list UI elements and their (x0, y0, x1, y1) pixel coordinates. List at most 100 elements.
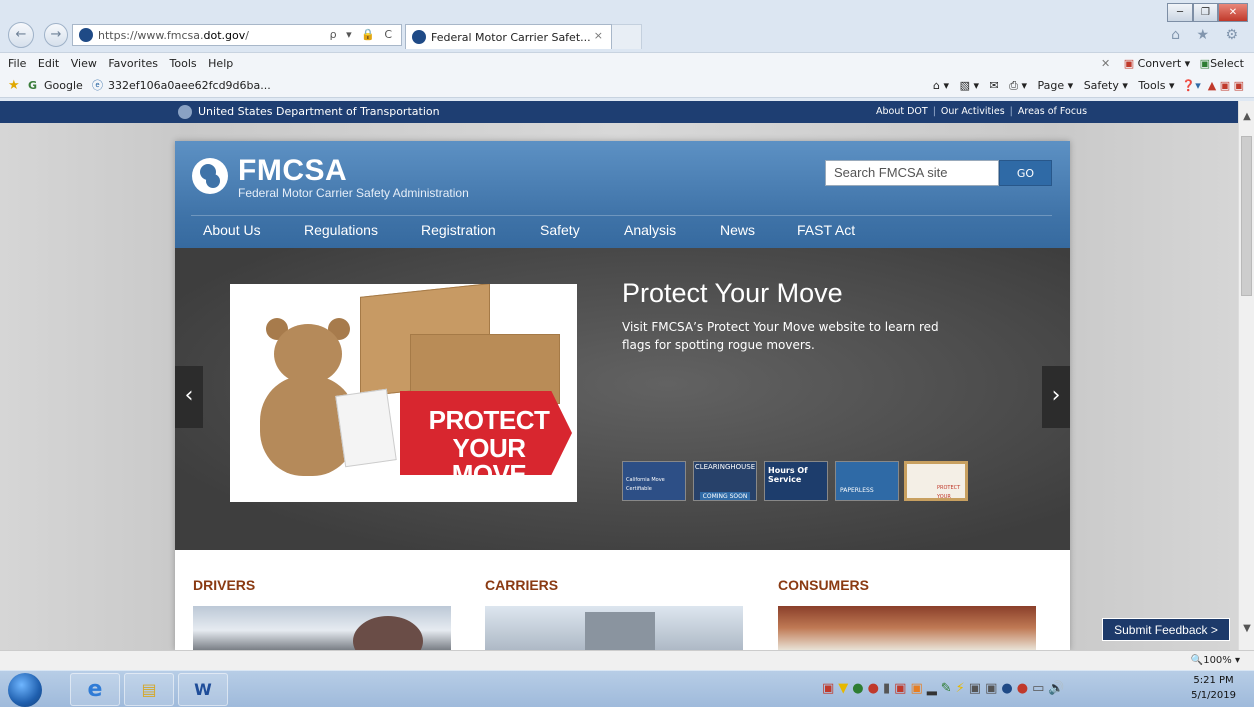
browser-chrome: ← → https://www.fmcsa.dot.gov/ ρ ▾ 🔒 C F… (0, 0, 1254, 101)
site-header: FMCSA Federal Motor Carrier Safety Admin… (175, 141, 1070, 248)
home-favorites-settings-icons[interactable]: ⌂ ★ ⚙ (1171, 27, 1244, 43)
scroll-down-icon[interactable]: ▼ (1239, 621, 1254, 637)
tab-favicon-icon (412, 30, 426, 44)
favorite-google[interactable]: Google (44, 74, 83, 98)
consumers-image[interactable] (778, 606, 1036, 650)
carriers-image[interactable] (485, 606, 743, 650)
vertical-scrollbar[interactable]: ▲ ▼ (1238, 101, 1254, 650)
scroll-up-icon[interactable]: ▲ (1239, 109, 1254, 125)
dot-links: About DOT | Our Activities | Areas of Focus (876, 106, 1088, 117)
thumbnail-paperless[interactable]: PAPERLESS (835, 461, 899, 501)
internet-explorer-icon[interactable]: e (70, 673, 120, 706)
slide-image[interactable]: PROTECT YOUR MOVE (230, 284, 577, 502)
link-areas-of-focus[interactable]: Areas of Focus (1018, 106, 1087, 117)
site-favicon-icon (79, 28, 93, 42)
tab-title: Federal Motor Carrier Safet... (431, 30, 591, 44)
favorites-bar: ★ G Google ⓔ 332ef106a0aee62fcd9d6ba... … (0, 74, 1254, 98)
dot-name[interactable]: United States Department of Transportati… (198, 101, 440, 123)
thumbnail-protect-your-move[interactable]: PROTECT YOUR MOVE (904, 461, 968, 501)
section-consumers-heading[interactable]: CONSUMERS (778, 577, 869, 593)
close-window-button[interactable]: ✕ (1218, 3, 1248, 22)
start-button[interactable] (8, 673, 42, 707)
mail-icon[interactable]: ✉ (989, 79, 998, 92)
web-page: United States Department of Transportati… (0, 101, 1238, 650)
thumbnail-hours-of-service[interactable]: Hours Of Service (764, 461, 828, 501)
safety-menu[interactable]: Safety ▾ (1084, 79, 1128, 92)
addon-icons[interactable]: ▲ ▣ ▣ (1208, 79, 1244, 92)
nav-about-us[interactable]: About Us (203, 217, 261, 243)
nav-regulations[interactable]: Regulations (304, 217, 378, 243)
dot-seal-icon (178, 105, 192, 119)
thumbnail-clearinghouse[interactable]: CLEARINGHOUSE COMING SOON (693, 461, 757, 501)
site-container: FMCSA Federal Motor Carrier Safety Admin… (175, 141, 1070, 650)
zoom-level[interactable]: 🔍100% ▾ (1191, 651, 1240, 671)
convert-close-icon[interactable]: ✕ (1101, 57, 1110, 70)
page-menu[interactable]: Page ▾ (1038, 79, 1074, 92)
section-drivers-heading[interactable]: DRIVERS (193, 577, 255, 593)
scrollbar-thumb[interactable] (1241, 136, 1252, 296)
select-button[interactable]: Select (1210, 57, 1244, 70)
print-icon[interactable]: ⎙ ▾ (1009, 79, 1027, 92)
tools-menu[interactable]: Tools ▾ (1138, 79, 1174, 92)
teddy-bear-head (274, 324, 342, 384)
system-tray-icons[interactable]: ▣▼●●▮▣▣▂✎⚡▣▣●●▭🔊 (822, 681, 1069, 696)
title-bar: ← → https://www.fmcsa.dot.gov/ ρ ▾ 🔒 C F… (0, 0, 1254, 52)
menu-edit[interactable]: Edit (38, 53, 59, 75)
clock-date: 5/1/2019 (1191, 690, 1236, 701)
nav-safety[interactable]: Safety (540, 217, 580, 243)
clock-time: 5:21 PM (1193, 675, 1234, 686)
nav-registration[interactable]: Registration (421, 217, 496, 243)
fmcsa-logo-icon[interactable] (192, 158, 228, 194)
main-nav: About Us Regulations Registration Safety… (175, 217, 1070, 248)
menu-tools[interactable]: Tools (170, 53, 197, 75)
tab-close-icon[interactable]: × (594, 29, 603, 42)
restore-button[interactable]: ❐ (1193, 3, 1218, 22)
menu-favorites[interactable]: Favorites (108, 53, 158, 75)
help-icon[interactable]: ❓▾ (1182, 79, 1201, 92)
address-controls[interactable]: ρ ▾ 🔒 C (330, 28, 395, 41)
nav-analysis[interactable]: Analysis (624, 217, 676, 243)
file-explorer-icon[interactable]: ▤ (124, 673, 174, 706)
protect-your-move-sign: PROTECT YOUR MOVE (400, 391, 572, 475)
new-tab-button[interactable] (612, 24, 642, 49)
nav-divider (191, 215, 1052, 216)
site-logo-subtitle: Federal Motor Carrier Safety Administrat… (238, 186, 469, 200)
submit-feedback-button[interactable]: Submit Feedback > (1102, 618, 1230, 641)
back-button[interactable]: ← (8, 22, 34, 48)
favorites-star-icon[interactable]: ★ (8, 74, 20, 98)
menu-bar: File Edit View Favorites Tools Help ✕ ▣ … (0, 52, 1254, 74)
forward-button[interactable]: → (44, 23, 68, 47)
menu-file[interactable]: File (8, 53, 26, 75)
favorite-bookmark[interactable]: 332ef106a0aee62fcd9d6ba... (108, 74, 271, 98)
drivers-image[interactable] (193, 606, 451, 650)
thumbnail-california[interactable]: California Move Certifiable (622, 461, 686, 501)
sign-line-2: YOUR MOVE (451, 433, 527, 489)
home-icon[interactable]: ⌂ ▾ (933, 79, 949, 92)
checklist-paper (335, 388, 397, 468)
word-icon[interactable]: W (178, 673, 228, 706)
link-about-dot[interactable]: About DOT (876, 106, 928, 117)
carousel-next-button[interactable]: › (1042, 366, 1070, 428)
address-bar[interactable]: https://www.fmcsa.dot.gov/ ρ ▾ 🔒 C (72, 24, 402, 46)
google-g-icon: G (28, 79, 38, 92)
minimize-button[interactable]: ─ (1167, 3, 1193, 22)
feeds-icon[interactable]: ▧ ▾ (960, 79, 979, 92)
browser-tab[interactable]: Federal Motor Carrier Safet... × (405, 24, 612, 49)
audience-sections: DRIVERS CARRIERS CONSUMERS (175, 550, 1070, 650)
search-go-button[interactable]: GO (999, 160, 1052, 186)
system-clock[interactable]: 5:21 PM 5/1/2019 (1191, 673, 1236, 703)
site-logo[interactable]: FMCSA (238, 154, 347, 188)
select-icon: ▣ (1199, 57, 1211, 70)
link-our-activities[interactable]: Our Activities (941, 106, 1005, 117)
nav-fast-act[interactable]: FAST Act (797, 217, 855, 243)
carousel-prev-button[interactable]: ‹ (175, 366, 203, 428)
section-carriers-heading[interactable]: CARRIERS (485, 577, 558, 593)
search-input[interactable]: Search FMCSA site (825, 160, 999, 186)
menu-view[interactable]: View (71, 53, 97, 75)
slide-title[interactable]: Protect Your Move (622, 278, 843, 309)
address-url: https://www.fmcsa.dot.gov/ (98, 28, 249, 42)
nav-news[interactable]: News (720, 217, 755, 243)
convert-button[interactable]: Convert (1138, 57, 1182, 70)
menu-help[interactable]: Help (208, 53, 233, 75)
sign-line-1: PROTECT (428, 405, 550, 435)
